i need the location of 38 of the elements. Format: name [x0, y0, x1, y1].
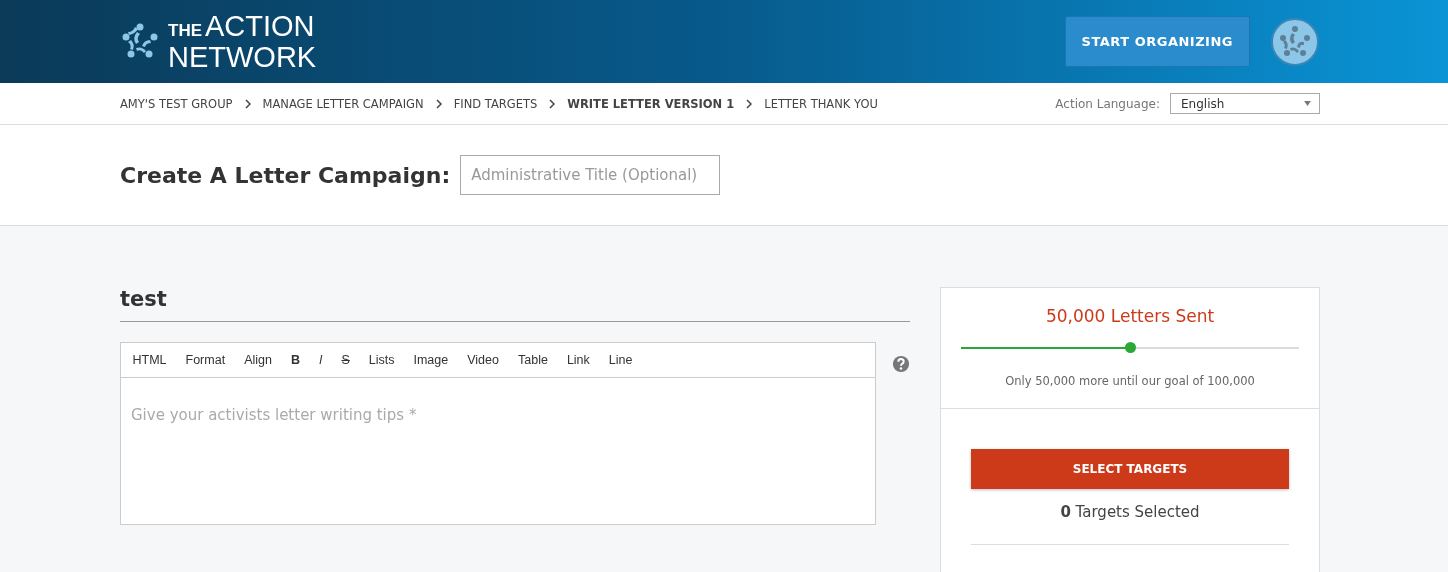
chevron-right-icon: [435, 98, 442, 109]
toolbar-button[interactable]: I: [309, 353, 332, 367]
toolbar-button[interactable]: B: [281, 353, 310, 367]
page-title: Create A Letter Campaign:: [120, 162, 451, 188]
toolbar-button[interactable]: Lists: [359, 353, 404, 367]
toolbar-button[interactable]: S: [331, 353, 360, 367]
toolbar-button[interactable]: Table: [508, 353, 558, 367]
breadcrumb-link[interactable]: LETTER THANK YOU: [764, 96, 878, 111]
chevron-right-icon: [244, 98, 251, 109]
toolbar-button[interactable]: Line: [599, 353, 642, 367]
targets-count: 0 Targets Selected: [1059, 503, 1201, 521]
breadcrumb-link[interactable]: WRITE LETTER VERSION 1: [567, 96, 735, 111]
logo-text: NETWORK: [168, 44, 317, 70]
goal-note: Only 50,000 more until our goal of 100,000: [1004, 374, 1256, 388]
letters-sent-title: 50,000 Letters Sent: [1044, 306, 1216, 326]
chevron-right-icon: [549, 98, 556, 109]
tips-field[interactable]: Give your activists letter writing tips *: [120, 378, 876, 525]
toolbar-button[interactable]: HTML: [123, 353, 177, 367]
breadcrumb-link[interactable]: MANAGE LETTER CAMPAIGN: [262, 96, 424, 111]
help-icon[interactable]: [892, 355, 910, 373]
toolbar-button[interactable]: Link: [557, 353, 600, 367]
breadcrumb-link[interactable]: FIND TARGETS: [453, 96, 538, 111]
caret-icon: [1304, 101, 1311, 106]
title-input[interactable]: Administrative Title (Optional): [460, 155, 721, 195]
toolbar-button[interactable]: Image: [404, 353, 458, 367]
logo-text: THE: [168, 20, 202, 42]
start-organizing-button[interactable]: START ORGANIZING: [1064, 16, 1250, 67]
toolbar-button[interactable]: Align: [234, 353, 282, 367]
chevron-right-icon: [746, 98, 753, 109]
letter-heading: test: [120, 287, 910, 322]
logo-text: ACTION: [205, 13, 315, 39]
language-dropdown[interactable]: English: [1170, 93, 1320, 114]
breadcrumb-link[interactable]: AMY'S TEST GROUP: [120, 96, 233, 111]
select-targets-button[interactable]: SELECT TARGETS: [971, 449, 1289, 489]
avatar-icon[interactable]: [1270, 16, 1320, 67]
toolbar-button[interactable]: Format: [176, 353, 235, 367]
language-label: Action Language:: [1055, 96, 1160, 111]
toolbar-button[interactable]: Video: [457, 353, 509, 367]
